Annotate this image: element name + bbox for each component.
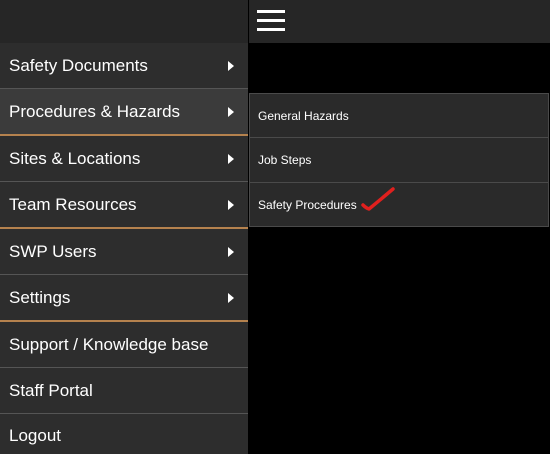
menu-item-label: Sites & Locations bbox=[9, 148, 141, 168]
menu-item-safety-documents[interactable]: Safety Documents bbox=[0, 43, 248, 88]
menu-item-settings[interactable]: Settings bbox=[0, 275, 248, 320]
menu-item-label: Team Resources bbox=[9, 194, 137, 214]
menu-item-label: Staff Portal bbox=[9, 380, 93, 400]
menu-item-swp-users[interactable]: SWP Users bbox=[0, 229, 248, 274]
submenu-item-general-hazards[interactable]: General Hazards bbox=[250, 94, 548, 138]
menu-item-label: Procedures & Hazards bbox=[9, 101, 181, 121]
hamburger-menu-icon[interactable] bbox=[257, 10, 285, 32]
menu-item-staff-portal[interactable]: Staff Portal bbox=[0, 368, 248, 413]
menu-item-team-resources[interactable]: Team Resources bbox=[0, 182, 248, 227]
menu-item-logout[interactable]: Logout bbox=[0, 414, 248, 454]
menu-item-label: SWP Users bbox=[9, 241, 97, 261]
menu-item-label: Support / Knowledge base bbox=[9, 334, 209, 354]
submenu-item-label: Safety Procedures bbox=[258, 198, 357, 212]
menu-item-support-knowledge-base[interactable]: Support / Knowledge base bbox=[0, 322, 248, 367]
sidebar-header bbox=[0, 0, 248, 43]
sidebar-menu: Safety Documents Procedures & Hazards Si… bbox=[0, 43, 248, 454]
submenu-item-label: General Hazards bbox=[258, 109, 349, 123]
caret-right-icon bbox=[228, 153, 234, 164]
menu-item-label: Safety Documents bbox=[9, 55, 148, 75]
caret-right-icon bbox=[228, 60, 234, 71]
submenu-item-safety-procedures[interactable]: Safety Procedures bbox=[250, 183, 548, 227]
menu-item-procedures-hazards[interactable]: Procedures & Hazards bbox=[0, 89, 248, 134]
caret-right-icon bbox=[228, 246, 234, 257]
procedures-hazards-submenu: General Hazards Job Steps Safety Procedu… bbox=[249, 93, 549, 227]
menu-item-sites-locations[interactable]: Sites & Locations bbox=[0, 136, 248, 181]
caret-right-icon bbox=[228, 199, 234, 210]
red-checkmark-annotation bbox=[361, 187, 395, 211]
submenu-item-job-steps[interactable]: Job Steps bbox=[250, 138, 548, 182]
submenu-item-label: Job Steps bbox=[258, 153, 312, 167]
caret-right-icon bbox=[228, 292, 234, 303]
menu-item-label: Logout bbox=[9, 426, 61, 445]
caret-right-icon bbox=[228, 106, 234, 117]
top-bar bbox=[249, 0, 550, 43]
menu-item-label: Settings bbox=[9, 287, 71, 307]
